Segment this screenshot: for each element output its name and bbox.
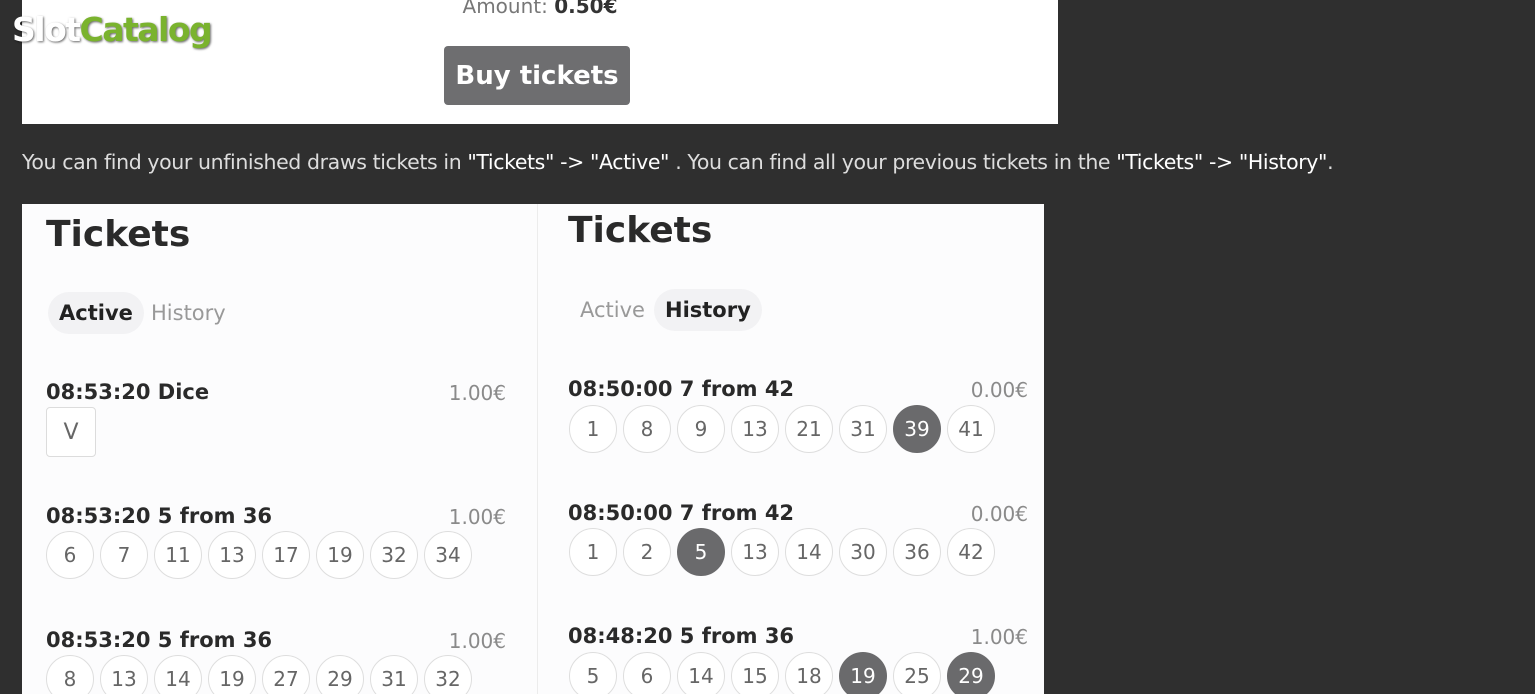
slotcatalog-logo: SlotCatalog .com xyxy=(12,7,213,49)
number-ball: 14 xyxy=(677,652,725,694)
number-ball: 29 xyxy=(316,655,364,694)
number-ball: 41 xyxy=(947,405,995,453)
number-ball: 13 xyxy=(731,528,779,576)
ticket-title: 08:50:00 7 from 42 xyxy=(568,501,795,525)
tab-active[interactable]: Active xyxy=(569,289,656,331)
number-ball: 19 xyxy=(208,655,256,694)
drawn-number-ball: 19 xyxy=(839,652,887,694)
page-title: Tickets xyxy=(46,214,191,255)
drawn-number-ball: 39 xyxy=(893,405,941,453)
drawn-number-ball: 29 xyxy=(947,652,995,694)
ticket-amount: 0.00€ xyxy=(970,378,1028,402)
dice-result-box: V xyxy=(46,407,96,457)
number-ball: 27 xyxy=(262,655,310,694)
number-ball: 9 xyxy=(677,405,725,453)
number-ball: 1 xyxy=(569,405,617,453)
ticket-amount: 0.00€ xyxy=(970,502,1028,526)
ticket-title: 08:50:00 7 from 42 xyxy=(568,377,795,401)
para-history-path: "Tickets" -> "History" xyxy=(1116,150,1328,174)
para-text-1: You can find your unfinished draws ticke… xyxy=(22,150,468,174)
tickets-screenshot: Tickets Active History 08:53:20 Dice 1.0… xyxy=(22,204,1044,694)
ticket-amount: 1.00€ xyxy=(970,625,1028,649)
amount-label: Amount: xyxy=(462,0,548,18)
tickets-description: You can find your unfinished draws ticke… xyxy=(22,150,1334,174)
number-ball: 31 xyxy=(370,655,418,694)
logo-dotcom-text: .com xyxy=(170,7,205,23)
buy-tickets-button[interactable]: Buy tickets xyxy=(444,46,630,105)
number-ball: 11 xyxy=(154,531,202,579)
number-ball: 5 xyxy=(569,652,617,694)
tickets-history-panel: Tickets Active History 08:50:00 7 from 4… xyxy=(538,204,1044,694)
drawn-number-ball: 5 xyxy=(677,528,725,576)
number-ball: 2 xyxy=(623,528,671,576)
amount-value: 0.50€ xyxy=(554,0,618,18)
ticket-balls: 1 2 5 13 14 30 36 42 xyxy=(569,528,995,576)
para-text-2: . You can find all your previous tickets… xyxy=(669,150,1117,174)
ticket-balls: 5 6 14 15 18 19 25 29 xyxy=(569,652,995,694)
number-ball: 13 xyxy=(100,655,148,694)
number-ball: 36 xyxy=(893,528,941,576)
number-ball: 8 xyxy=(623,405,671,453)
number-ball: 19 xyxy=(316,531,364,579)
number-ball: 14 xyxy=(154,655,202,694)
number-ball: 8 xyxy=(46,655,94,694)
number-ball: 1 xyxy=(569,528,617,576)
para-text-3: . xyxy=(1327,150,1334,174)
number-ball: 6 xyxy=(46,531,94,579)
number-ball: 13 xyxy=(208,531,256,579)
number-ball: 7 xyxy=(100,531,148,579)
ticket-amount: 1.00€ xyxy=(448,629,506,653)
number-ball: 17 xyxy=(262,531,310,579)
number-ball: 32 xyxy=(370,531,418,579)
number-ball: 32 xyxy=(424,655,472,694)
page-title: Tickets xyxy=(568,210,713,251)
ticket-title: 08:53:20 5 from 36 xyxy=(46,628,273,652)
tickets-active-panel: Tickets Active History 08:53:20 Dice 1.0… xyxy=(22,204,537,694)
number-ball: 14 xyxy=(785,528,833,576)
ticket-title: 08:48:20 5 from 36 xyxy=(568,624,795,648)
number-ball: 21 xyxy=(785,405,833,453)
para-active-path: "Tickets" -> "Active" xyxy=(467,150,670,174)
number-ball: 42 xyxy=(947,528,995,576)
number-ball: 15 xyxy=(731,652,779,694)
number-ball: 18 xyxy=(785,652,833,694)
tab-history[interactable]: History xyxy=(654,289,762,331)
ticket-amount: 1.00€ xyxy=(448,505,506,529)
number-ball: 31 xyxy=(839,405,887,453)
number-ball: 30 xyxy=(839,528,887,576)
ticket-amount: 1.00€ xyxy=(448,381,506,405)
number-ball: 13 xyxy=(731,405,779,453)
ticket-balls: 6 7 11 13 17 19 32 34 xyxy=(46,531,472,579)
number-ball: 6 xyxy=(623,652,671,694)
ticket-title: 08:53:20 5 from 36 xyxy=(46,504,273,528)
logo-slot-text: Slot xyxy=(12,10,81,49)
number-ball: 25 xyxy=(893,652,941,694)
ticket-balls: 1 8 9 13 21 31 39 41 xyxy=(569,405,995,453)
number-ball: 34 xyxy=(424,531,472,579)
page: SlotCatalog .com Amount: 0.50€ Buy ticke… xyxy=(0,0,1535,694)
tab-active[interactable]: Active xyxy=(48,292,144,334)
tab-history[interactable]: History xyxy=(140,292,237,334)
ticket-balls: 8 13 14 19 27 29 31 32 xyxy=(46,655,472,694)
ticket-title: 08:53:20 Dice xyxy=(46,380,210,404)
